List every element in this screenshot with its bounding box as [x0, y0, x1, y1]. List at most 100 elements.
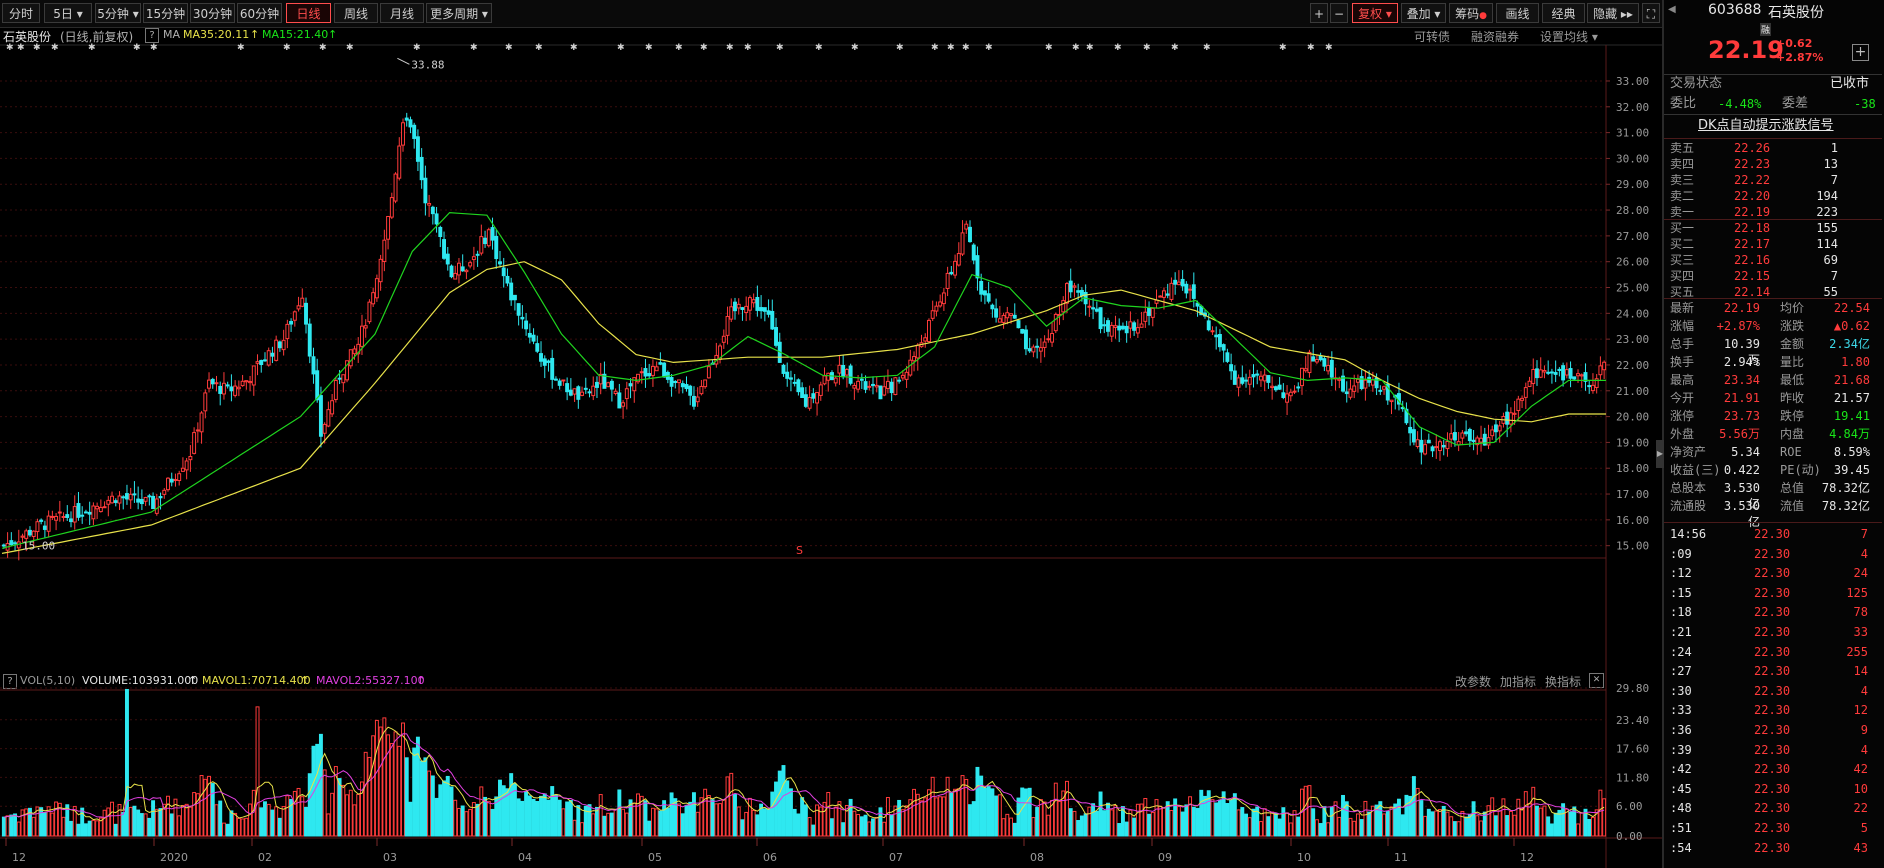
volume-bar: [885, 797, 890, 837]
ask-price[interactable]: 22.20: [1734, 188, 1770, 204]
volume-bar: [1184, 804, 1189, 837]
candle-body: [1251, 374, 1256, 378]
candle-body: [415, 136, 420, 162]
volume-bar: [553, 794, 558, 837]
candle-body: [1150, 307, 1155, 318]
ask-price[interactable]: 22.23: [1734, 156, 1770, 172]
volume-bar: [1363, 800, 1368, 837]
volume-bar: [762, 808, 767, 837]
ask-price[interactable]: 22.19: [1734, 204, 1770, 220]
candle-body: [691, 395, 696, 407]
candle-body: [337, 377, 342, 380]
volume-bar: [1359, 819, 1364, 837]
candle-body: [401, 122, 405, 146]
toolbar-left-button-3[interactable]: 15分钟: [143, 3, 188, 23]
candle-body: [106, 499, 111, 505]
toolbar-right-button-0[interactable]: +: [1310, 3, 1328, 23]
tick-time: :48: [1670, 801, 1692, 816]
event-marker-icon: ✱: [283, 43, 291, 53]
candle-body: [1307, 351, 1312, 374]
toolbar-right-button-2[interactable]: 复权 ▾: [1352, 3, 1398, 23]
candle-body: [669, 377, 674, 387]
candle-body: [1091, 307, 1096, 310]
candle-body: [1072, 285, 1077, 288]
volume-bar: [248, 803, 253, 837]
toolbar-left-button-5[interactable]: 60分钟: [237, 3, 282, 23]
candle-body: [139, 499, 144, 505]
toolbar-right-button-6[interactable]: 经典: [1542, 3, 1585, 23]
prev-stock-icon[interactable]: ◀: [1668, 4, 1678, 18]
candle-body: [837, 364, 842, 374]
ask-price[interactable]: 22.22: [1734, 172, 1770, 188]
collapse-panel-icon[interactable]: ▶: [1656, 440, 1664, 468]
toolbar-right-button-5[interactable]: 画线: [1496, 3, 1539, 23]
candle-body: [438, 226, 443, 238]
event-marker-icon: ✱: [726, 43, 734, 53]
candlesticks[interactable]: [1, 112, 1607, 561]
candle-body: [180, 467, 185, 472]
volume-bar: [695, 811, 700, 837]
volume-bar: [1270, 811, 1275, 837]
candle-body: [1579, 374, 1584, 377]
volume-bar: [1113, 804, 1118, 837]
volume-bar: [322, 769, 327, 837]
toolbar-left-button-1[interactable]: 5日 ▾: [44, 3, 92, 23]
volume-bar: [151, 800, 156, 837]
event-marker-icon: ✱: [1072, 43, 1080, 53]
toolbar-right-button-1[interactable]: −: [1330, 3, 1348, 23]
volume-bar: [102, 809, 107, 837]
volume-bar: [341, 784, 346, 837]
toolbar-right-button-3[interactable]: 叠加 ▾: [1401, 3, 1446, 23]
candle-body: [434, 213, 439, 225]
dk-signal-link[interactable]: DK点自动提示涨跌信号: [1698, 118, 1834, 134]
bid-price[interactable]: 22.17: [1734, 236, 1770, 252]
toolbar-left-button-4[interactable]: 30分钟: [190, 3, 235, 23]
candle-body: [1572, 376, 1577, 380]
volume-bar: [747, 797, 752, 837]
bid-price[interactable]: 22.16: [1734, 252, 1770, 268]
volume-bar: [1441, 805, 1446, 837]
stat-value: 5.34: [1731, 445, 1760, 459]
bid-price[interactable]: 22.15: [1734, 268, 1770, 284]
kline-chart[interactable]: ✱ ✱ ✱ ✱ ✱ ✱ ✱ ✱ ✱ ✱ ✱ ✱ ✱ ✱ ✱ ✱ ✱ ✱ ✱ ✱ ✱ ✱ ✱ ✱ ✱ ✱ ✱ ✱ ✱ ✱ ✱ ✱ ✱ ✱ ✱ ✱ ✱ ✱ ✱ ✱…: [0, 28, 1662, 868]
ask-price[interactable]: 22.26: [1734, 140, 1770, 156]
toolbar-left-button-8[interactable]: 月线: [380, 3, 424, 23]
candle-body: [1277, 384, 1282, 390]
toolbar-right-button-8[interactable]: ⛶: [1642, 3, 1660, 23]
candle-body: [117, 495, 122, 504]
candle-body: [874, 384, 879, 388]
candle-body: [512, 294, 517, 301]
candle-body: [725, 316, 730, 336]
volume-bar: [606, 812, 611, 837]
candle-body: [624, 388, 629, 400]
volume-bar: [684, 804, 689, 837]
candle-body: [509, 282, 514, 301]
stat-value: 23.34: [1723, 373, 1760, 387]
volume-bar: [1247, 817, 1252, 837]
stat-value: 2.94%: [1723, 355, 1760, 369]
toolbar-left-button-9[interactable]: 更多周期 ▾: [426, 3, 492, 23]
stock-code: 603688: [1708, 2, 1762, 18]
candle-body: [867, 385, 872, 388]
candle-body: [1389, 399, 1394, 403]
toolbar-right-button-7[interactable]: 隐藏 ▸▸: [1587, 3, 1639, 23]
add-watchlist-button[interactable]: +: [1852, 44, 1869, 61]
toolbar-left-button-0[interactable]: 分时: [2, 3, 40, 23]
volume-bar: [412, 747, 417, 837]
candle-body: [382, 239, 387, 262]
event-marker-icon: ✱: [1325, 43, 1333, 53]
volume-bar: [1173, 798, 1178, 837]
candle-body: [1449, 433, 1454, 440]
volume-bar: [1102, 810, 1107, 837]
toolbar-left-button-6[interactable]: 日线: [286, 3, 331, 23]
bid-price[interactable]: 22.18: [1734, 220, 1770, 236]
candle-body: [1232, 370, 1237, 385]
toolbar-right-button-4[interactable]: 筹码●: [1449, 3, 1493, 23]
toolbar-left-button-7[interactable]: 周线: [334, 3, 378, 23]
volume-bar: [281, 806, 286, 837]
toolbar-left-button-2[interactable]: 5分钟 ▾: [95, 3, 141, 23]
candle-body: [1527, 380, 1532, 387]
candle-body: [113, 500, 118, 503]
candle-body: [1508, 412, 1513, 425]
price-tick-label: 27.00: [1616, 230, 1649, 243]
